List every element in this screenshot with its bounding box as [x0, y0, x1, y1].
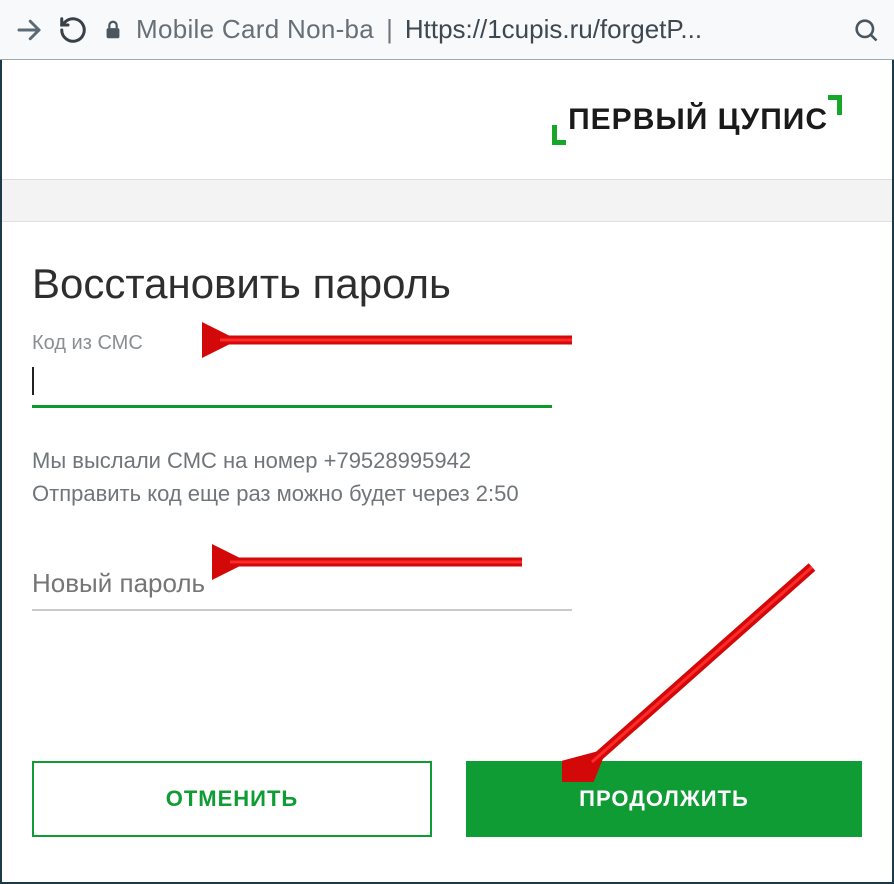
page-url-text: Https://1cupis.ru/forgetP...	[405, 14, 702, 45]
search-icon[interactable]	[852, 16, 880, 44]
brand-logo: ПЕРВЫЙ ЦУПИС	[564, 103, 832, 137]
cancel-button[interactable]: ОТМЕНИТЬ	[32, 761, 432, 837]
lock-icon	[102, 19, 124, 41]
new-password-field	[32, 564, 572, 611]
sms-info-line1: Мы выслали СМС на номер +79528995942	[32, 444, 862, 477]
browser-toolbar: Mobile Card Non-ba | Https://1cupis.ru/f…	[0, 0, 894, 60]
address-separator: |	[386, 14, 393, 45]
sms-code-input[interactable]	[32, 361, 552, 408]
header-spacer	[2, 180, 892, 222]
text-caret	[32, 367, 34, 395]
page-title-text: Mobile Card Non-ba	[136, 14, 374, 45]
annotation-arrow-3	[562, 552, 842, 782]
sms-code-field: Код из СМС	[32, 332, 862, 408]
continue-button[interactable]: ПРОДОЛЖИТЬ	[466, 761, 862, 837]
sms-info: Мы выслали СМС на номер +79528995942 Отп…	[32, 444, 862, 510]
address-bar[interactable]: Mobile Card Non-ba | Https://1cupis.ru/f…	[102, 14, 838, 45]
reload-button[interactable]	[58, 15, 88, 45]
brand-text: ПЕРВЫЙ ЦУПИС	[568, 103, 828, 136]
form-content: Восстановить пароль Код из СМС Мы выслал…	[2, 222, 892, 611]
sms-info-line2: Отправить код еще раз можно будет через …	[32, 477, 862, 510]
page-heading: Восстановить пароль	[32, 260, 862, 308]
page-body: ПЕРВЫЙ ЦУПИС Восстановить пароль Код из …	[0, 60, 894, 884]
forward-button[interactable]	[14, 15, 44, 45]
new-password-input[interactable]	[32, 564, 572, 611]
sms-code-label: Код из СМС	[32, 332, 862, 355]
action-buttons: ОТМЕНИТЬ ПРОДОЛЖИТЬ	[2, 761, 892, 837]
brand-bar: ПЕРВЫЙ ЦУПИС	[2, 60, 892, 180]
